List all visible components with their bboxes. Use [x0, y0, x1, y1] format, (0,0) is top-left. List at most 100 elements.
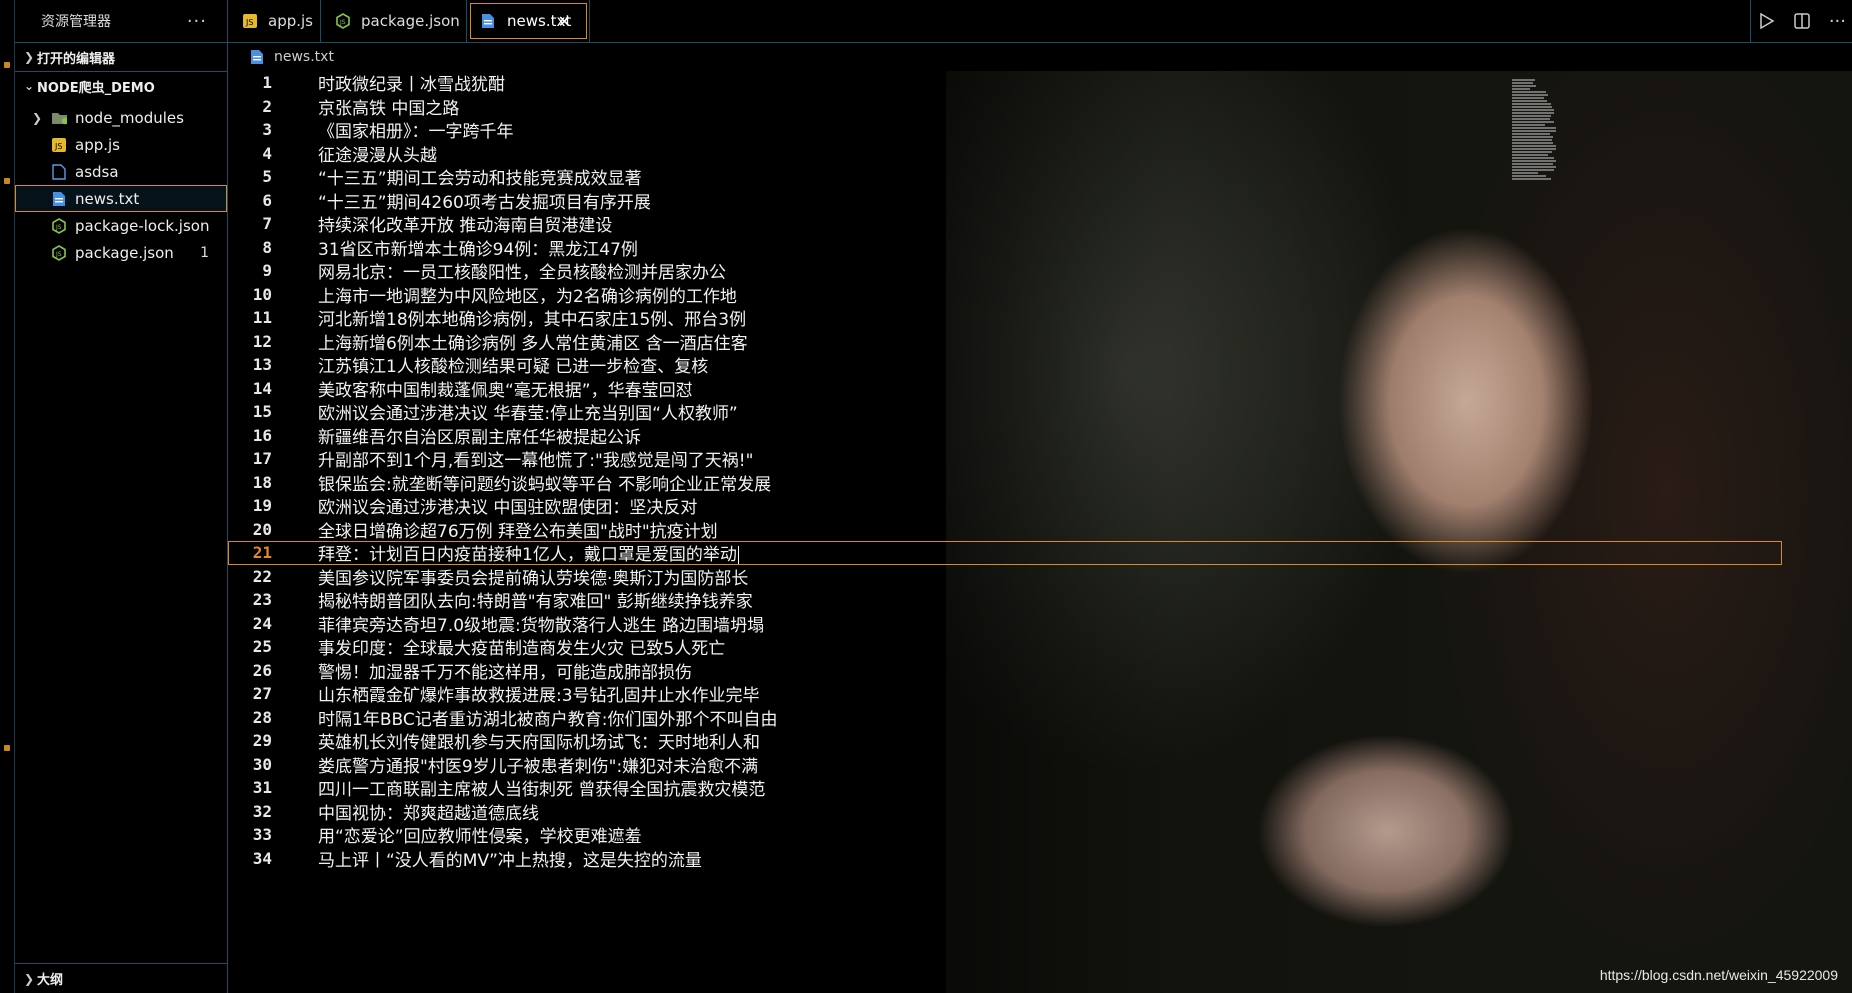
- code-line[interactable]: 24 菲律宾旁达奇坦7.0级地震:货物散落行人逃生 路边围墙坍塌: [228, 612, 1782, 636]
- open-editors-label: 打开的编辑器: [37, 51, 116, 67]
- tree-item[interactable]: JS package.json 1: [15, 239, 227, 266]
- line-text: 持续深化改革开放 推动海南自贸港建设: [318, 216, 613, 237]
- code-line[interactable]: 13 江苏镇江1人核酸检测结果可疑 已进一步检查、复核: [228, 353, 1782, 377]
- more-actions-icon[interactable]: ···: [1829, 11, 1846, 32]
- line-text: 山东栖霞金矿爆炸事故救援进展:3号钻孔固井止水作业完毕: [318, 686, 760, 707]
- project-label: NODE爬虫_DEMO: [37, 80, 155, 96]
- code-line[interactable]: 34 马上评丨“没人看的MV”冲上热搜，这是失控的流量: [228, 847, 1782, 871]
- code-line[interactable]: 33 用“恋爱论”回应教师性侵案，学校更难遮羞: [228, 823, 1782, 847]
- code-line[interactable]: 6 “十三五”期间4260项考古发掘项目有序开展: [228, 189, 1782, 213]
- minimap-line: [1512, 142, 1554, 144]
- line-text: 升副部不到1个月,看到这一幕他慌了:"我感觉是闯了天祸!": [318, 451, 754, 472]
- activity-indicator: [4, 745, 10, 751]
- minimap-line: [1512, 160, 1556, 162]
- code-line[interactable]: 27 山东栖霞金矿爆炸事故救援进展:3号钻孔固井止水作业完毕: [228, 682, 1782, 706]
- text-cursor: [737, 545, 739, 565]
- code-line[interactable]: 7 持续深化改革开放 推动海南自贸港建设: [228, 212, 1782, 236]
- line-number: 18: [252, 472, 272, 492]
- line-number: 5: [262, 167, 272, 187]
- code-line[interactable]: 16 新疆维吾尔自治区原副主席任华被提起公诉: [228, 424, 1782, 448]
- tab-package-json[interactable]: JS package.json: [321, 0, 467, 42]
- tab-label: package.json: [361, 12, 460, 30]
- svg-text:JS: JS: [55, 224, 62, 231]
- tab-news-txt[interactable]: news.txt ✕: [467, 0, 590, 42]
- code-line[interactable]: 29 英雄机长刘传健跟机参与天府国际机场试飞：天时地利人和: [228, 729, 1782, 753]
- minimap-line: [1512, 94, 1549, 96]
- code-line[interactable]: 25 事发印度：全球最大疫苗制造商发生火灾 已致5人死亡: [228, 635, 1782, 659]
- tab-app-js[interactable]: JS app.js: [228, 0, 321, 42]
- code-line[interactable]: 32 中国视协：郑爽超越道德底线: [228, 800, 1782, 824]
- minimap-line: [1512, 127, 1556, 129]
- editor-area[interactable]: 1 时政微纪录丨冰雪战犹酣 2 京张高铁 中国之路 3 《国家相册》：一字跨千年 4 征途漫漫…: [228, 71, 1852, 993]
- tree-item[interactable]: asdsa: [15, 158, 227, 185]
- line-number: 12: [252, 331, 272, 351]
- vertical-scrollbar[interactable]: [1838, 71, 1852, 993]
- line-number: 1: [262, 73, 272, 93]
- minimap-line: [1512, 157, 1555, 159]
- minimap[interactable]: [1512, 79, 1556, 180]
- tree-item[interactable]: JS app.js: [15, 131, 227, 158]
- close-icon[interactable]: ✕: [558, 12, 571, 31]
- minimap-line: [1512, 88, 1531, 90]
- line-number: 32: [252, 801, 272, 821]
- tree-item[interactable]: news.txt: [15, 185, 227, 212]
- svg-text:JS: JS: [54, 142, 62, 151]
- minimap-line: [1512, 139, 1552, 141]
- svg-text:JS: JS: [55, 251, 62, 258]
- file-icon: [51, 163, 67, 180]
- minimap-line: [1512, 103, 1551, 105]
- line-number: 23: [252, 590, 272, 610]
- code-line[interactable]: 19 欧洲议会通过涉港决议 中国驻欧盟使团：坚决反对: [228, 494, 1782, 518]
- code-line[interactable]: 20 全球日增确诊超76万例 拜登公布美国"战时"抗疫计划: [228, 518, 1782, 542]
- js-file-icon: JS: [51, 137, 67, 153]
- code-line[interactable]: 30 娄底警方通报"村医9岁儿子被患者刺伤":嫌犯对未治愈不满: [228, 753, 1782, 777]
- line-number: 10: [252, 284, 272, 304]
- line-text: 美国参议院军事委员会提前确认劳埃德·奥斯汀为国防部长: [318, 568, 749, 589]
- project-section[interactable]: ⌄ NODE爬虫_DEMO: [15, 72, 227, 100]
- line-text: 全球日增确诊超76万例 拜登公布美国"战时"抗疫计划: [318, 521, 718, 542]
- folder-icon: [51, 110, 67, 126]
- breadcrumb-file[interactable]: news.txt: [274, 49, 334, 65]
- line-text: 新疆维吾尔自治区原副主席任华被提起公诉: [318, 427, 641, 448]
- code-line[interactable]: 14 美政客称中国制裁蓬佩奥“毫无根据”，华春莹回怼: [228, 377, 1782, 401]
- code-line[interactable]: 10 上海市一地调整为中风险地区，为2名确诊病例的工作地: [228, 283, 1782, 307]
- watermark: https://blog.csdn.net/weixin_45922009: [1599, 967, 1838, 983]
- code-line[interactable]: 12 上海新增6例本土确诊病例 多人常住黄浦区 含一酒店住客: [228, 330, 1782, 354]
- line-number: 34: [252, 848, 272, 868]
- minimap-line: [1512, 85, 1537, 87]
- code-line[interactable]: 18 银保监会:就垄断等问题约谈蚂蚁等平台 不影响企业正常发展: [228, 471, 1782, 495]
- code-line[interactable]: 8 31省区市新增本土确诊94例：黑龙江47例: [228, 236, 1782, 260]
- tree-item-label: package.json: [75, 243, 174, 262]
- line-number: 22: [252, 566, 272, 586]
- outline-section[interactable]: ❯ 大纲: [15, 963, 227, 993]
- line-text: 中国视协：郑爽超越道德底线: [318, 803, 539, 824]
- more-actions-icon[interactable]: ···: [187, 11, 207, 32]
- line-text: 美政客称中国制裁蓬佩奥“毫无根据”，华春莹回怼: [318, 380, 693, 401]
- code-line[interactable]: 23 揭秘特朗普团队去向:特朗普"有家难回" 彭斯继续挣钱养家: [228, 588, 1782, 612]
- code-line[interactable]: 26 警惕！加湿器千万不能这样用，可能造成肺部损伤: [228, 659, 1782, 683]
- line-text: 英雄机长刘传健跟机参与天府国际机场试飞：天时地利人和: [318, 733, 760, 754]
- minimap-line: [1512, 97, 1544, 99]
- split-editor-icon[interactable]: [1793, 12, 1811, 30]
- code-line[interactable]: 22 美国参议院军事委员会提前确认劳埃德·奥斯汀为国防部长: [228, 565, 1782, 589]
- tree-item[interactable]: ❯ node_modules: [15, 104, 227, 131]
- line-number: 13: [252, 355, 272, 375]
- tree-item-label: asdsa: [75, 162, 119, 181]
- code-line[interactable]: 17 升副部不到1个月,看到这一幕他慌了:"我感觉是闯了天祸!": [228, 447, 1782, 471]
- run-icon[interactable]: [1757, 12, 1775, 30]
- code-line[interactable]: 28 时隔1年BBC记者重访湖北被商户教育:你们国外那个不叫自由: [228, 706, 1782, 730]
- activity-indicator: [4, 178, 10, 184]
- js-file-icon: JS: [242, 13, 258, 29]
- line-number: 31: [252, 778, 272, 798]
- current-line[interactable]: 21 拜登：计划百日内疫苗接种1亿人，戴口罩是爱国的举动: [228, 541, 1782, 565]
- line-number: 20: [252, 519, 272, 539]
- tree-item[interactable]: JS package-lock.json: [15, 212, 227, 239]
- code-line[interactable]: 9 网易北京：一员工核酸阳性，全员核酸检测并居家办公: [228, 259, 1782, 283]
- line-number: 4: [262, 143, 272, 163]
- code-line[interactable]: 15 欧洲议会通过涉港决议 华春莹:停止充当别国“人权教师”: [228, 400, 1782, 424]
- code-line[interactable]: 31 四川一工商联副主席被人当街刺死 曾获得全国抗震救灾模范: [228, 776, 1782, 800]
- line-text: 拜登：计划百日内疫苗接种1亿人，戴口罩是爱国的举动: [318, 545, 739, 566]
- code-line[interactable]: 11 河北新增18例本地确诊病例，其中石家庄15例、邢台3例: [228, 306, 1782, 330]
- open-editors-section[interactable]: ❯ 打开的编辑器: [15, 43, 227, 72]
- line-text: 网易北京：一员工核酸阳性，全员核酸检测并居家办公: [318, 263, 726, 284]
